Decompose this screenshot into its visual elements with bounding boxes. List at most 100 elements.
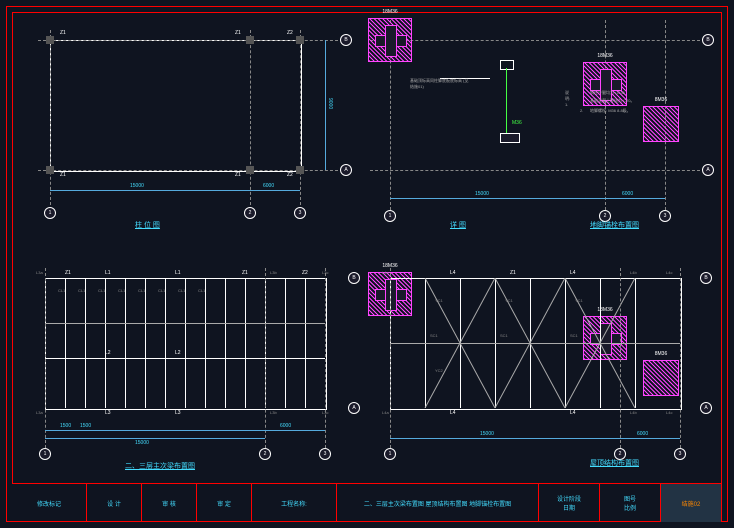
note-1: 钢柱牛腿均为 Q235: [590, 90, 700, 96]
lbl: SC1: [500, 333, 508, 338]
note-ln2: 2.: [580, 108, 583, 113]
lbl: L1: [175, 270, 181, 276]
plan-title-3: 二、三层主次梁布置图: [125, 461, 195, 471]
dim-bay-txt: 9000: [327, 98, 333, 109]
anchor-rod: [506, 68, 507, 133]
lbl: SC1: [570, 333, 578, 338]
column-square: [46, 36, 54, 44]
bubble-2: 2: [259, 448, 271, 460]
dim: [605, 198, 665, 199]
lbl: L4c: [666, 270, 672, 275]
bubble-b: B: [702, 34, 714, 46]
lbl: YC1: [505, 298, 513, 303]
grid-2: [250, 30, 251, 205]
tb-check: 审 核: [142, 484, 197, 522]
col-z1: Z1: [60, 172, 66, 178]
lbl: L1: [105, 270, 111, 276]
cl: CL1: [138, 288, 145, 293]
dim: 1500: [60, 423, 71, 429]
grid-3: [300, 30, 301, 205]
anchor-lbl: M36: [512, 120, 522, 126]
secondary-grid: [45, 278, 325, 408]
lbl: L4c: [666, 410, 672, 415]
plan-title-2: 地脚锚栓布置图: [590, 220, 639, 230]
dim: 6000: [637, 431, 648, 437]
lbl: L3b: [270, 270, 277, 275]
grid-b: [38, 40, 338, 41]
bubble-3: 3: [319, 448, 331, 460]
building-outline: [50, 40, 302, 172]
col-z1: Z1: [60, 30, 66, 36]
lbl: L4b: [630, 410, 637, 415]
lbl: L4: [570, 410, 576, 416]
lbl: L2: [175, 350, 181, 356]
tb-title: 二、三层主次梁布置图 屋顶结构布置图 地脚锚栓布置图: [337, 484, 539, 522]
lbl: L4b: [630, 270, 637, 275]
tb-rev: 修改标记: [12, 484, 87, 522]
bubble-a: A: [348, 402, 360, 414]
title-block: 修改标记 设 计 审 核 审 定 工程名称: 二、三层主次梁布置图 屋顶结构布置…: [12, 483, 722, 522]
lbl: Z2: [302, 270, 308, 276]
column-square: [46, 166, 54, 174]
lbl: L3b: [270, 410, 277, 415]
tb-stage: 设计阶段日期: [539, 484, 600, 522]
lbl: YC2: [435, 368, 443, 373]
column-square: [246, 166, 254, 174]
tb-proj: 工程名称:: [252, 484, 337, 522]
tb-design: 设 计: [87, 484, 142, 522]
dim: [390, 198, 605, 199]
note-3: 地脚螺栓: M36 8.8级。: [590, 108, 700, 114]
col-z1: Z1: [235, 30, 241, 36]
note-ln: 说 明: 1.: [565, 90, 570, 107]
anchor-foot: [500, 133, 520, 143]
cl: CL1: [178, 288, 185, 293]
anchor-detail: M36 说 明: 1. 钢柱牛腿均为 Q235 基础混凝土等级为 C20。 2.…: [470, 60, 550, 150]
grid-1: [50, 30, 51, 205]
dim-txt: 15000: [475, 191, 489, 197]
bubble-b: B: [700, 272, 712, 284]
dim-bay: [325, 40, 326, 170]
cl: CL1: [158, 288, 165, 293]
bubble-a: A: [340, 164, 352, 176]
base-plate: 18M36: [368, 18, 412, 62]
dim-span1: [50, 190, 250, 191]
bubble-b: B: [348, 272, 360, 284]
bubble-b: B: [340, 34, 352, 46]
cl: CL1: [118, 288, 125, 293]
bubble-2: 2: [244, 207, 256, 219]
dim: 15000: [480, 431, 494, 437]
bracing-svg: [390, 278, 680, 408]
dim: 6000: [280, 423, 291, 429]
plan-title-1: 柱 位 图: [135, 220, 160, 230]
tb-approve: 审 定: [197, 484, 252, 522]
column-square: [296, 36, 304, 44]
dim: 1500: [80, 423, 91, 429]
lbl: Z1: [242, 270, 248, 276]
lbl: YC1: [435, 298, 443, 303]
lbl: SC1: [430, 333, 438, 338]
detail-title: 详 图: [450, 220, 466, 230]
cl: CL1: [58, 288, 65, 293]
plan-anchor-layout: 18M36 18M36 8M36 18M36 18M36 8M36 M36 说 …: [360, 20, 710, 230]
cl: CL1: [198, 288, 205, 293]
bubble-1: 1: [384, 210, 396, 222]
grid-b: [370, 40, 700, 41]
lbl: L4a: [382, 410, 389, 415]
dim: 15000: [135, 440, 149, 446]
lbl: Z1: [65, 270, 71, 276]
tb-no-v: 结施02: [661, 484, 722, 522]
lbl: L3: [175, 410, 181, 416]
column-square: [296, 166, 304, 174]
lbl: L4a: [382, 270, 389, 275]
col-z1: Z1: [235, 172, 241, 178]
lbl: L4: [450, 410, 456, 416]
bubble-1: 1: [44, 207, 56, 219]
grid-a: [38, 170, 338, 171]
lbl: YC1: [575, 298, 583, 303]
grid-2: [605, 20, 606, 210]
tb-no: 图号比例: [600, 484, 661, 522]
dim-span1-txt: 15000: [130, 183, 144, 189]
lbl: L3: [105, 410, 111, 416]
bubble-1: 1: [39, 448, 51, 460]
dim-span2-txt: 6000: [263, 183, 274, 189]
